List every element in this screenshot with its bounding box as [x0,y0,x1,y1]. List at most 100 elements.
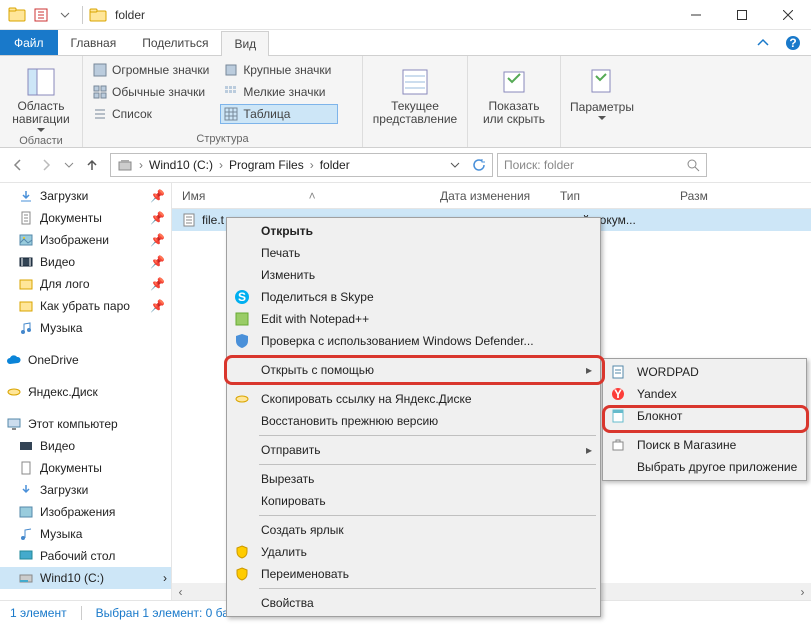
current-view-button[interactable]: Текущее представление [369,60,461,126]
show-hide-button[interactable]: Показать или скрыть [474,60,554,126]
openwith-wordpad[interactable]: WORDPAD [605,361,804,383]
wordpad-icon [609,363,627,381]
ctx-edit[interactable]: Изменить [229,264,598,286]
minimize-button[interactable] [673,0,719,30]
up-button[interactable] [78,152,106,178]
ctx-copy[interactable]: Копировать [229,490,598,512]
ctx-delete[interactable]: Удалить [229,541,598,563]
ribbon-group-options: Параметры [561,56,643,147]
recent-dropdown[interactable] [60,152,78,178]
shield-icon [233,543,251,561]
tab-view[interactable]: Вид [221,31,269,56]
ctx-sendto[interactable]: Отправить▸ [229,439,598,461]
ctx-openwith[interactable]: Открыть с помощью▸ [229,359,598,381]
breadcrumb[interactable]: Wind10 (C:) [145,158,217,172]
openwith-notepad[interactable]: Блокнот [605,405,804,427]
sidebar-pc-downloads[interactable]: Загрузки [0,479,171,501]
sidebar-item-folder2[interactable]: Как убрать паро📌 [0,295,171,317]
sidebar-item-logo[interactable]: Для лого📌 [0,273,171,295]
sidebar-item-downloads[interactable]: Загрузки📌 [0,185,171,207]
submenu-arrow-icon: ▸ [586,363,592,377]
yandex-icon: Y [609,385,627,403]
sidebar-item-documents[interactable]: Документы📌 [0,207,171,229]
ribbon-group-currentview: Текущее представление [363,56,468,147]
ctx-yalink[interactable]: Скопировать ссылку на Яндекс.Диске [229,388,598,410]
ctx-rename[interactable]: Переименовать [229,563,598,585]
qat-properties-icon[interactable] [30,4,52,26]
ctx-open[interactable]: Открыть [229,220,598,242]
ctx-print[interactable]: Печать [229,242,598,264]
address-bar[interactable]: › Wind10 (C:)› Program Files› folder [110,153,493,177]
forward-button[interactable] [32,152,60,178]
back-button[interactable] [4,152,32,178]
scroll-left-icon[interactable]: ‹ [172,583,189,600]
search-icon [686,158,700,172]
sidebar-pc-music[interactable]: Музыка [0,523,171,545]
sidebar-yadisk[interactable]: Яндекс.Диск [0,381,171,403]
options-button[interactable]: Параметры [567,60,637,121]
addr-dropdown-icon[interactable] [444,154,466,176]
tab-home[interactable]: Главная [58,30,130,55]
sidebar-onedrive[interactable]: OneDrive [0,349,171,371]
ctx-cut[interactable]: Вырезать [229,468,598,490]
tab-file[interactable]: Файл [0,30,58,55]
context-menu: Открыть Печать Изменить SПоделиться в Sk… [226,217,601,617]
ctx-props[interactable]: Свойства [229,592,598,614]
close-button[interactable] [765,0,811,30]
sidebar-pc-documents[interactable]: Документы [0,457,171,479]
sidebar-item-music[interactable]: Музыка [0,317,171,339]
breadcrumb[interactable]: Program Files [225,158,308,172]
yadisk-icon [233,390,251,408]
layout-normal[interactable]: Обычные значки [89,82,216,102]
sidebar-pc-videos[interactable]: Видео [0,435,171,457]
textfile-icon [182,213,196,227]
notepad-icon [609,407,627,425]
ctx-skype[interactable]: SПоделиться в Skype [229,286,598,308]
group-layout-label: Структура [89,131,356,145]
layout-huge[interactable]: Огромные значки [89,60,216,80]
pin-icon: 📌 [150,277,165,291]
sidebar-drive-c[interactable]: Wind10 (C:)› [0,567,171,589]
column-headers[interactable]: Имя˄ Дата изменения Тип Разм [172,183,811,209]
layout-list[interactable]: Список [89,104,216,124]
scroll-right-icon[interactable]: › [794,583,811,600]
titlebar: folder [0,0,811,30]
refresh-icon[interactable] [468,154,490,176]
submenu-arrow-icon: ▸ [586,443,592,457]
window-title: folder [115,8,145,22]
folder-app-icon [6,4,28,26]
shield-icon [233,565,251,583]
ctx-npp[interactable]: Edit with Notepad++ [229,308,598,330]
openwith-choose[interactable]: Выбрать другое приложение [605,456,804,478]
maximize-button[interactable] [719,0,765,30]
sidebar-thispc[interactable]: Этот компьютер [0,413,171,435]
status-selected: Выбран 1 элемент: 0 ба [96,606,229,620]
sidebar-pc-pictures[interactable]: Изображения [0,501,171,523]
ctx-restore[interactable]: Восстановить прежнюю версию [229,410,598,432]
openwith-store[interactable]: Поиск в Магазине [605,434,804,456]
ribbon-collapse-icon[interactable] [751,30,775,55]
sidebar-item-pictures[interactable]: Изображени📌 [0,229,171,251]
navbar: › Wind10 (C:)› Program Files› folder Пои… [0,148,811,182]
ribbon-group-panes: Область навигации Области [0,56,83,147]
sidebar-pc-desktop[interactable]: Рабочий стол [0,545,171,567]
openwith-yandex[interactable]: YYandex [605,383,804,405]
sidebar-item-videos[interactable]: Видео📌 [0,251,171,273]
svg-text:S: S [238,290,246,304]
ctx-defender[interactable]: Проверка с использованием Windows Defend… [229,330,598,352]
ctx-shortcut[interactable]: Создать ярлык [229,519,598,541]
tab-share[interactable]: Поделиться [129,30,221,55]
breadcrumb[interactable]: folder [316,158,354,172]
layout-table[interactable]: Таблица [220,104,338,124]
help-icon[interactable]: ? [775,30,811,55]
nav-pane-button[interactable]: Область навигации [6,60,76,133]
layout-small[interactable]: Мелкие значки [220,82,338,102]
chevron-right-icon: › [163,571,167,585]
group-panes-label: Области [6,133,76,147]
ribbon: Область навигации Области Огромные значк… [0,56,811,148]
layout-large[interactable]: Крупные значки [220,60,338,80]
search-placeholder: Поиск: folder [504,158,574,172]
search-box[interactable]: Поиск: folder [497,153,707,177]
ribbon-group-layout: Огромные значки Крупные значки Обычные з… [83,56,363,147]
qat-dropdown-icon[interactable] [54,4,76,26]
